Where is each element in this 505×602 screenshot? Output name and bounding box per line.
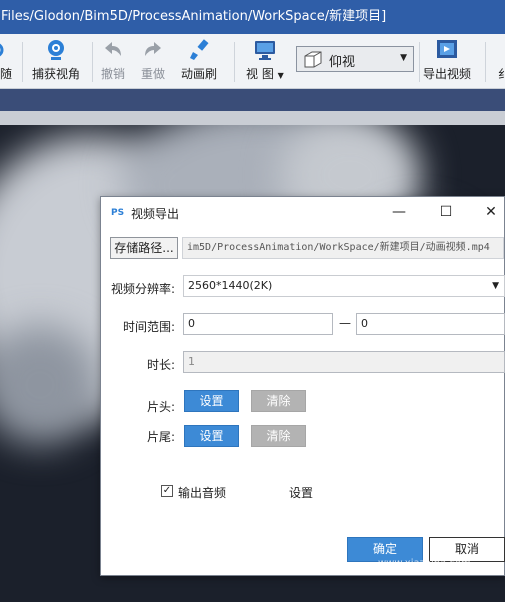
duration-label: 时长: — [147, 358, 176, 372]
ribbon-item-label: 纟 — [497, 67, 505, 81]
window-title: Files/Glodon/Bim5D/ProcessAnimation/Work… — [1, 9, 387, 24]
minimize-button[interactable]: — — [387, 201, 411, 223]
intro-clear-button[interactable]: 清除 — [251, 390, 306, 412]
chevron-down-icon: ▼ — [492, 281, 499, 291]
monitor-icon — [254, 41, 275, 60]
view-mode-value: 仰视 — [329, 55, 356, 70]
partial-icon — [0, 43, 4, 57]
maximize-button[interactable]: ☐ — [434, 201, 458, 223]
ribbon-tab-strip — [0, 89, 505, 111]
ribbon-item-partial-left[interactable]: 随 — [0, 38, 18, 82]
ribbon-item-label: 随 — [0, 67, 12, 81]
webcam-icon — [48, 40, 64, 60]
partial-icon — [492, 38, 505, 62]
time-start-input[interactable]: 0 — [183, 313, 333, 335]
intro-set-button[interactable]: 设置 — [184, 390, 239, 412]
watermark-text: www.xiazaiba.com — [378, 558, 471, 569]
ribbon-separator — [485, 42, 486, 82]
resolution-value: 2560*1440(2K) — [188, 279, 273, 292]
animation-brush-label: 动画刷 — [181, 67, 218, 81]
save-path-button[interactable]: 存储路径... — [110, 237, 178, 259]
export-video-icon — [437, 40, 457, 58]
check-icon: ✓ — [162, 485, 172, 496]
time-end-input[interactable]: 0 — [356, 313, 505, 335]
ribbon-toolbar: 随 捕获视角 撤销 重做 动画刷 视 图 ▼ 仰视 ▼ 导出视频 纟 — [0, 34, 505, 89]
dialog-title: 视频导出 — [131, 207, 180, 221]
audio-checkbox[interactable]: ✓ — [161, 485, 173, 497]
ribbon-separator — [92, 42, 93, 82]
view-menu-label: 视 图 — [246, 67, 274, 81]
capture-view-label: 捕获视角 — [32, 67, 81, 81]
ribbon-separator — [22, 42, 23, 82]
chevron-down-icon: ▼ — [400, 53, 407, 63]
ribbon-item-partial-right[interactable]: 纟 — [492, 38, 505, 82]
close-button[interactable]: ✕ — [479, 201, 503, 223]
animation-brush-button[interactable]: 动画刷 — [181, 38, 217, 82]
workspace-header-strip — [0, 111, 505, 125]
export-video-label: 导出视频 — [423, 67, 472, 81]
view-mode-select[interactable]: 仰视 ▼ — [296, 46, 414, 72]
time-range-label: 时间范围: — [123, 320, 176, 334]
outro-set-button[interactable]: 设置 — [184, 425, 239, 447]
redo-label: 重做 — [141, 67, 166, 81]
redo-icon — [145, 42, 161, 56]
resolution-select[interactable]: 2560*1440(2K) ▼ — [183, 275, 505, 297]
cube-icon — [304, 51, 322, 68]
audio-label: 输出音频 — [178, 486, 227, 500]
ribbon-separator — [234, 42, 235, 82]
undo-icon — [105, 42, 121, 56]
intro-label: 片头: — [147, 400, 176, 414]
outro-clear-button[interactable]: 清除 — [251, 425, 306, 447]
time-range-dash: — — [339, 316, 351, 330]
outro-label: 片尾: — [147, 430, 176, 444]
undo-button[interactable]: 撤销 — [101, 38, 125, 82]
brush-icon — [190, 39, 209, 60]
duration-field: 1 — [183, 351, 505, 373]
export-video-button[interactable]: 导出视频 — [423, 38, 471, 82]
app-logo-icon: PS — [111, 208, 125, 218]
capture-view-button[interactable]: 捕获视角 — [32, 38, 80, 82]
chevron-down-icon: ▼ — [277, 71, 284, 80]
view-menu-button[interactable]: 视 图 ▼ — [246, 38, 284, 82]
app-title-bar: Files/Glodon/Bim5D/ProcessAnimation/Work… — [0, 0, 505, 34]
audio-settings-link[interactable]: 设置 — [289, 484, 313, 501]
resolution-label: 视频分辨率: — [111, 282, 176, 296]
save-path-field[interactable]: im5D/ProcessAnimation/WorkSpace/新建项目/动画视… — [182, 237, 504, 259]
video-export-dialog: PS 视频导出 — ☐ ✕ 存储路径... im5D/ProcessAnimat… — [100, 196, 505, 576]
redo-button[interactable]: 重做 — [141, 38, 165, 82]
undo-label: 撤销 — [101, 67, 126, 81]
ribbon-separator — [419, 42, 420, 82]
